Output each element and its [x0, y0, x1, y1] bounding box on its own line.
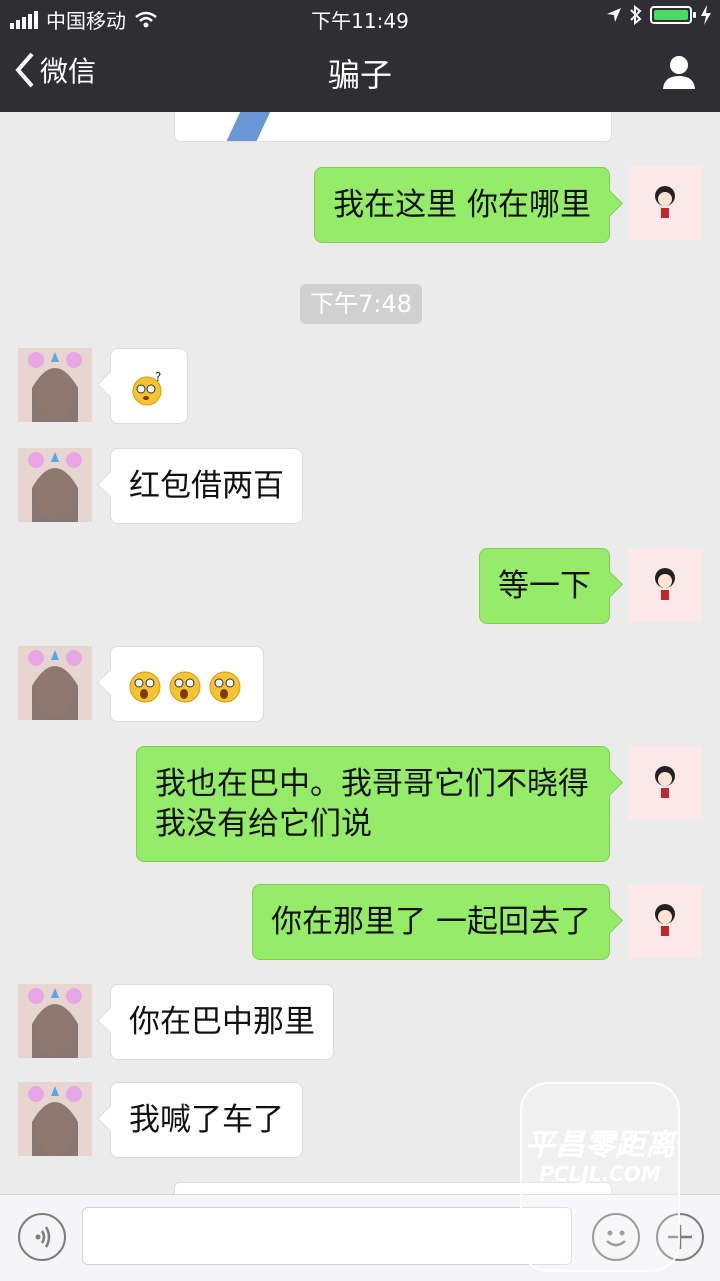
top-bar: 中国移动 下午11:49 微信 骗子	[0, 0, 720, 112]
message-bubble[interactable]: 你在那里了 一起回去了	[252, 884, 610, 960]
shocked-face-icon	[209, 671, 241, 702]
message-row: 我在这里 你在哪里	[0, 166, 720, 243]
message-row: 红包借两百	[0, 448, 720, 524]
cartoon-girl-icon	[655, 186, 675, 218]
cartoon-girl-icon	[655, 904, 675, 936]
cartoon-girl-icon	[655, 568, 675, 600]
girl-photo-icon	[18, 1082, 92, 1156]
message-bubble[interactable]: 我也在巴中。我哥哥它们不晓得 我没有给它们说	[136, 746, 610, 862]
contact-avatar[interactable]	[18, 984, 92, 1058]
my-avatar[interactable]	[628, 884, 702, 958]
message-bubble[interactable]: 红包借两百	[110, 448, 303, 524]
message-bubble[interactable]: 我喊了车了	[110, 1082, 303, 1158]
nav-bar: 微信 骗子	[0, 36, 720, 112]
message-row: 你在那里了 一起回去了	[0, 884, 720, 960]
chat-area[interactable]: 我在这里 你在哪里 下午7:48 ? 红包借两百 等一下 我也在巴中。我哥哥它们…	[0, 112, 720, 1194]
message-bubble[interactable]: 等一下	[479, 548, 610, 624]
emoji-bubble[interactable]: ?	[110, 348, 188, 424]
girl-photo-icon	[18, 984, 92, 1058]
contact-avatar[interactable]	[18, 1082, 92, 1156]
charging-icon	[701, 5, 711, 25]
message-input[interactable]	[82, 1207, 572, 1265]
shocked-face-icon	[129, 671, 161, 702]
shocked-face-icon	[169, 671, 201, 702]
location-card[interactable]	[174, 112, 612, 142]
map-road	[221, 112, 279, 141]
my-avatar[interactable]	[628, 548, 702, 622]
confused-face-icon: ?	[132, 371, 162, 405]
svg-text:?: ?	[155, 371, 161, 384]
my-avatar[interactable]	[628, 166, 702, 240]
battery-icon	[650, 6, 696, 24]
message-bubble[interactable]: 你在巴中那里	[110, 984, 334, 1060]
voice-button[interactable]	[18, 1213, 66, 1261]
watermark-subtext: PCLJL.COM	[539, 1162, 661, 1186]
contact-avatar[interactable]	[18, 448, 92, 522]
message-row: ?	[0, 348, 720, 424]
girl-photo-icon	[18, 646, 92, 720]
cartoon-girl-icon	[655, 766, 675, 798]
message-row: 等一下	[0, 548, 720, 624]
timestamp-pill: 下午7:48	[300, 284, 422, 324]
chat-title: 骗子	[327, 56, 392, 94]
location-icon	[607, 8, 621, 22]
girl-photo-icon	[18, 448, 92, 522]
emoji-bubble[interactable]	[110, 646, 264, 722]
status-bar: 中国移动 下午11:49	[0, 0, 720, 36]
message-row	[0, 646, 720, 722]
profile-button[interactable]	[662, 54, 696, 94]
message-row: 你在巴中那里	[0, 984, 720, 1060]
person-icon	[663, 56, 695, 89]
message-row: 我也在巴中。我哥哥它们不晓得 我没有给它们说	[0, 746, 720, 862]
watermark-text: 平昌零距离	[525, 1128, 675, 1163]
voice-icon	[35, 1226, 51, 1248]
message-bubble[interactable]: 我在这里 你在哪里	[314, 167, 610, 243]
my-avatar[interactable]	[628, 746, 702, 820]
contact-avatar[interactable]	[18, 348, 92, 422]
watermark-logo: 平昌零距离 PCLJL.COM	[520, 1082, 680, 1272]
contact-avatar[interactable]	[18, 646, 92, 720]
girl-photo-icon	[18, 348, 92, 422]
bluetooth-icon	[630, 5, 642, 25]
